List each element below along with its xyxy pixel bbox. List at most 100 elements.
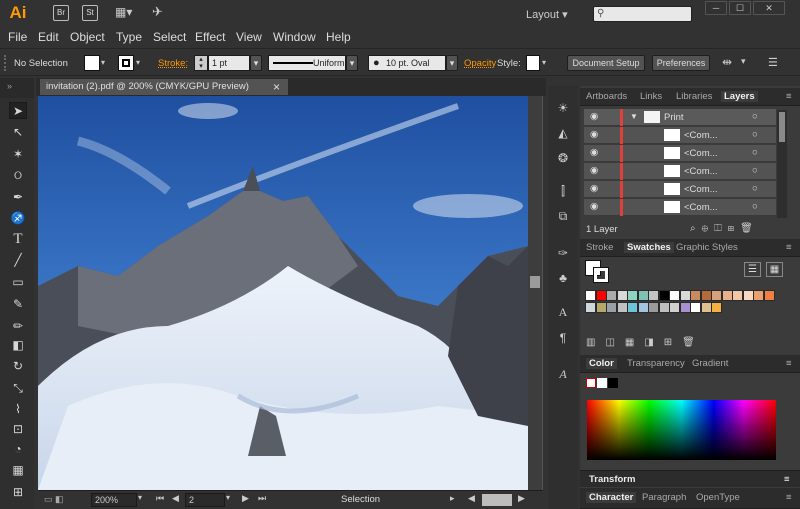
horizontal-scroll-thumb[interactable]: [482, 494, 512, 506]
color-swatch[interactable]: [648, 302, 659, 313]
color-panel-menu-icon[interactable]: ≡: [786, 358, 792, 369]
mesh-tool-icon[interactable]: ⊞: [9, 484, 27, 501]
stroke-weight-input[interactable]: 1 pt: [208, 55, 250, 71]
eraser-tool-icon[interactable]: ◧: [9, 337, 27, 354]
stroke-swatch[interactable]: [118, 55, 134, 71]
color-swatch[interactable]: [721, 290, 733, 301]
color-swatch[interactable]: [648, 290, 659, 301]
layer-row[interactable]: ◉ ▼ Print ○: [584, 109, 776, 126]
tab-paragraph[interactable]: Paragraph: [642, 492, 686, 503]
target-icon[interactable]: ○: [752, 201, 758, 212]
color-swatch[interactable]: [658, 302, 670, 313]
layer-row[interactable]: ◉ <Com... ○: [584, 127, 776, 144]
target-icon[interactable]: ○: [752, 147, 758, 158]
grid-view-icon[interactable]: ▦: [766, 262, 783, 277]
swatch-grid[interactable]: [585, 290, 777, 316]
color-swatch[interactable]: [595, 302, 607, 313]
brushes-icon[interactable]: ✑: [555, 245, 571, 261]
tab-character[interactable]: Character: [586, 492, 637, 503]
layer-row[interactable]: ◉ <Com... ○: [584, 199, 776, 216]
visibility-eye-icon[interactable]: ◉: [590, 183, 598, 194]
lasso-tool-icon[interactable]: ଠ: [9, 167, 27, 184]
tab-opentype[interactable]: OpenType: [696, 492, 740, 503]
target-icon[interactable]: ○: [752, 165, 758, 176]
tab-transparency[interactable]: Transparency: [627, 358, 685, 369]
status-menu-arrow[interactable]: ▸: [450, 493, 455, 504]
visibility-eye-icon[interactable]: ◉: [590, 201, 598, 212]
artboard-number-input[interactable]: 2: [185, 493, 225, 507]
visibility-eye-icon[interactable]: ◉: [590, 147, 598, 158]
layers-panel-icon[interactable]: ◭: [555, 125, 571, 141]
swatches-footer-icons[interactable]: ▥◫▦◨⊞🗑: [586, 337, 705, 348]
color-swatch[interactable]: [690, 290, 701, 301]
preferences-button[interactable]: Preferences: [652, 55, 710, 71]
color-swatch[interactable]: [669, 290, 680, 301]
magic-wand-tool-icon[interactable]: ✶: [9, 146, 27, 163]
free-transform-tool-icon[interactable]: ⊡: [9, 421, 27, 438]
transform-menu-icon[interactable]: ≡: [784, 471, 790, 488]
paragraph-panel-icon[interactable]: ¶: [555, 330, 571, 346]
color-swatch[interactable]: [627, 302, 638, 313]
pen-tool-icon[interactable]: ✒: [9, 189, 27, 206]
character-panel-icon[interactable]: A: [555, 304, 571, 320]
tab-libraries[interactable]: Libraries: [676, 91, 712, 102]
layers-panel-menu-icon[interactable]: ≡: [786, 91, 792, 102]
scroll-left-button[interactable]: ◀: [468, 493, 475, 504]
type-tool-icon[interactable]: T: [9, 231, 27, 248]
symbols-icon[interactable]: ♣: [555, 270, 571, 286]
warp-tool-icon[interactable]: ⌇: [9, 401, 27, 418]
rotate-tool-icon[interactable]: ↻: [9, 358, 27, 375]
perspective-grid-tool-icon[interactable]: ▦: [9, 462, 27, 479]
target-icon[interactable]: ○: [752, 183, 758, 194]
layers-scrollbar[interactable]: [777, 110, 787, 218]
mountain-artwork[interactable]: [38, 96, 528, 490]
shape-builder-tool-icon[interactable]: ◔: [9, 441, 27, 458]
color-swatch[interactable]: [616, 290, 628, 301]
menu-select[interactable]: Select: [153, 30, 186, 44]
curvature-tool-icon[interactable]: ♐: [9, 210, 27, 227]
menu-window[interactable]: Window: [273, 30, 316, 44]
toolbar-collapse-icon[interactable]: »: [0, 78, 34, 98]
color-swatch[interactable]: [658, 290, 670, 301]
color-swatch[interactable]: [700, 302, 712, 313]
control-bar-menu-icon[interactable]: ☰: [768, 56, 778, 69]
visibility-eye-icon[interactable]: ◉: [590, 165, 598, 176]
target-icon[interactable]: ○: [752, 129, 758, 140]
color-swatch[interactable]: [606, 302, 617, 313]
color-swatch[interactable]: [763, 290, 775, 301]
vertical-scroll-thumb[interactable]: [530, 276, 540, 288]
next-artboard-button[interactable]: ▶: [242, 493, 249, 504]
control-bar-grip[interactable]: [4, 55, 7, 71]
selection-tool-icon[interactable]: ➤: [9, 102, 27, 119]
fill-swatch[interactable]: [84, 55, 100, 71]
artboard-nav-icon[interactable]: ▭ ◧: [44, 494, 64, 505]
search-input[interactable]: ⚲: [593, 6, 692, 22]
brush-definition[interactable]: ● 10 pt. Oval: [368, 55, 446, 71]
stroke-weight-dropdown[interactable]: ▾: [250, 55, 262, 71]
vertical-scrollbar[interactable]: [528, 96, 542, 490]
menu-effect[interactable]: Effect: [195, 30, 225, 44]
transform-panel-header[interactable]: Transform ≡: [580, 470, 800, 487]
tab-stroke[interactable]: Stroke: [586, 242, 613, 253]
menu-view[interactable]: View: [236, 30, 262, 44]
color-swatch[interactable]: [637, 302, 649, 313]
rectangle-tool-icon[interactable]: ▭: [9, 274, 27, 291]
stroke-proxy[interactable]: [593, 267, 609, 283]
stroke-dropdown-arrow[interactable]: ▾: [136, 55, 148, 71]
bridge-icon[interactable]: Br: [53, 5, 69, 21]
black-swatch[interactable]: [608, 378, 618, 388]
layer-row[interactable]: ◉ <Com... ○: [584, 145, 776, 162]
artboard-dropdown[interactable]: ▾: [226, 493, 230, 502]
expand-toggle-icon[interactable]: ▼: [630, 112, 638, 121]
color-swatch[interactable]: [627, 290, 638, 301]
layers-footer-icons[interactable]: ⌕⊕◫⊞🗑: [690, 223, 759, 234]
color-swatch[interactable]: [616, 302, 628, 313]
color-swatch[interactable]: [700, 290, 712, 301]
character-panel-menu-icon[interactable]: ≡: [786, 492, 792, 503]
profile-dropdown[interactable]: ▾: [346, 55, 358, 71]
workspace-switcher[interactable]: Layout ▾: [526, 8, 568, 21]
style-dropdown-arrow[interactable]: ▾: [542, 55, 552, 71]
menu-object[interactable]: Object: [70, 30, 105, 44]
maximize-button[interactable]: ☐: [729, 1, 751, 15]
pathfinder-icon[interactable]: ⧉: [555, 208, 571, 224]
